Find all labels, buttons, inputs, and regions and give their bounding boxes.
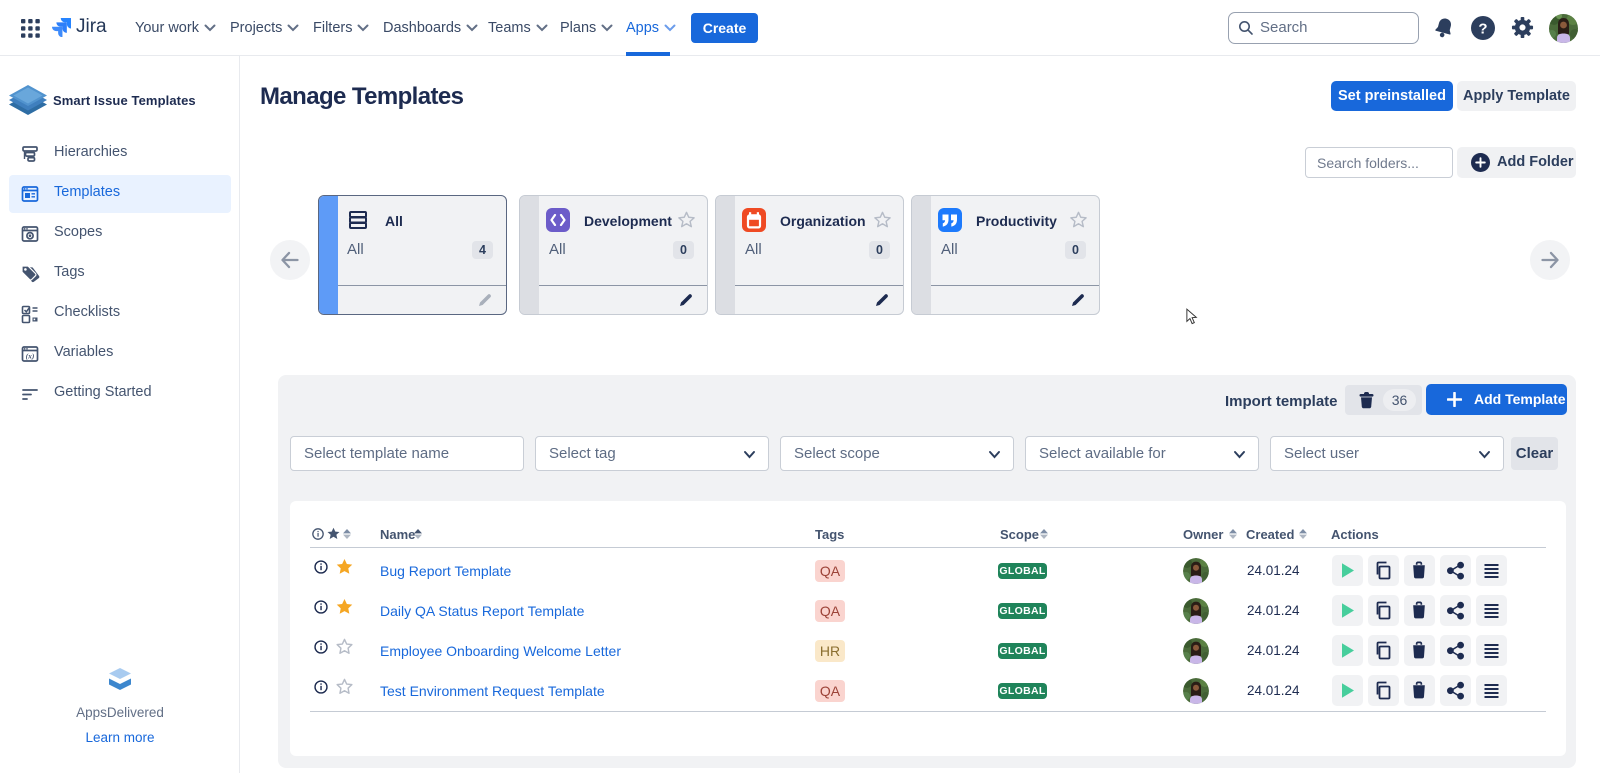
svg-text:(x): (x) xyxy=(26,352,35,361)
svg-text:?: ? xyxy=(1478,21,1487,38)
